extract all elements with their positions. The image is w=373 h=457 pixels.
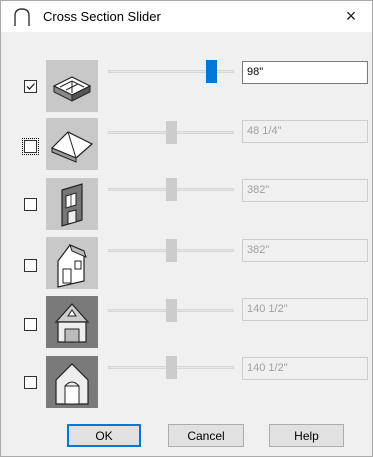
roof-icon: [46, 118, 98, 170]
slider-handle[interactable]: [166, 299, 177, 322]
close-button[interactable]: ×: [330, 1, 372, 32]
close-icon: ×: [345, 6, 357, 26]
cancel-button[interactable]: Cancel: [168, 424, 244, 447]
slider-handle[interactable]: [206, 60, 217, 83]
ok-button[interactable]: OK: [67, 424, 141, 447]
slider-handle[interactable]: [166, 356, 177, 379]
height-field[interactable]: 98": [242, 61, 368, 84]
slider-row-6: 140 1/2": [1, 356, 372, 410]
row-4-checkbox[interactable]: [24, 259, 37, 272]
height-field[interactable]: 140 1/2": [242, 298, 368, 321]
row-5-checkbox[interactable]: [24, 318, 37, 331]
house-section-icon: [46, 356, 98, 408]
checkmark-icon: [26, 83, 35, 90]
slider-row-1: 98": [1, 60, 372, 114]
slider-row-2: 48 1/4": [1, 118, 372, 172]
house-elevation-icon: [46, 237, 98, 289]
height-field[interactable]: 140 1/2": [242, 357, 368, 380]
row-2-checkbox[interactable]: [22, 138, 39, 155]
slider-row-4: 382": [1, 237, 372, 291]
slider-row-5: 140 1/2": [1, 296, 372, 350]
floor-plan-icon: [46, 60, 98, 112]
wall-section-icon: [46, 178, 98, 230]
title-bar: Cross Section Slider ×: [1, 1, 372, 32]
cross-section-slider-dialog: Cross Section Slider × 98" 48 1/4" 382" …: [0, 0, 373, 457]
height-field[interactable]: 382": [242, 239, 368, 262]
help-button[interactable]: Help: [269, 424, 344, 447]
slider-row-3: 382": [1, 178, 372, 232]
app-logo-icon: [14, 8, 30, 26]
house-perspective-icon: [46, 296, 98, 348]
row-1-checkbox[interactable]: [24, 80, 37, 93]
window-title: Cross Section Slider: [43, 9, 161, 24]
slider-handle[interactable]: [166, 239, 177, 262]
height-field[interactable]: 382": [242, 179, 368, 202]
height-field[interactable]: 48 1/4": [242, 120, 368, 143]
row-3-checkbox[interactable]: [24, 198, 37, 211]
slider-handle[interactable]: [166, 178, 177, 201]
row-6-checkbox[interactable]: [24, 376, 37, 389]
slider-handle[interactable]: [166, 121, 177, 144]
